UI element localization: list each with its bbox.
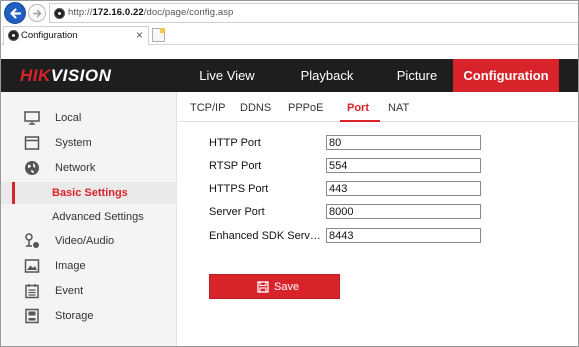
form-row-enhanced-sdk-port: Enhanced SDK Service P...	[209, 228, 499, 244]
floppy-disk-icon	[257, 281, 269, 293]
sub-tabs: TCP/IP DDNS PPPoE Port NAT	[178, 92, 578, 122]
arrow-left-icon	[10, 8, 22, 19]
tab-strip: Configuration ×	[1, 25, 578, 45]
sidebar-item-event[interactable]: Event	[1, 280, 177, 302]
tab-title: Configuration	[21, 30, 78, 41]
tab-favicon-icon	[8, 30, 19, 41]
enhanced-sdk-port-label: Enhanced SDK Service P...	[209, 230, 323, 242]
nav-live-view[interactable]: Live View	[177, 59, 277, 92]
content-panel: TCP/IP DDNS PPPoE Port NAT HTTP Port RTS…	[178, 92, 578, 346]
active-tab-indicator	[340, 120, 380, 122]
sidebar-item-label: Local	[55, 112, 82, 124]
close-tab-icon[interactable]: ×	[136, 28, 143, 42]
sidebar-item-label: Network	[55, 162, 96, 174]
tab-port[interactable]: Port	[347, 102, 369, 114]
system-icon	[24, 136, 40, 150]
sidebar-item-label: System	[55, 137, 92, 149]
save-button-label: Save	[274, 281, 300, 293]
site-favicon-icon	[54, 8, 65, 19]
monitor-icon	[24, 111, 40, 125]
tab-nat[interactable]: NAT	[388, 102, 409, 114]
url-text: http://172.16.0.22/doc/page/config.asp	[68, 7, 234, 18]
save-button[interactable]: Save	[209, 274, 340, 299]
storage-icon	[25, 308, 39, 324]
sidebar-item-label: Advanced Settings	[52, 211, 144, 223]
sidebar-item-system[interactable]: System	[1, 132, 177, 154]
sidebar-item-storage[interactable]: Storage	[1, 305, 177, 327]
sidebar-item-label: Event	[55, 285, 84, 297]
sidebar-item-label: Basic Settings	[52, 187, 128, 199]
browser-tab[interactable]: Configuration ×	[3, 26, 149, 45]
tab-tcp-ip[interactable]: TCP/IP	[190, 102, 225, 114]
arrow-right-icon	[33, 9, 42, 18]
forward-button[interactable]	[28, 4, 46, 22]
globe-icon	[25, 161, 39, 175]
hikvision-logo: HIKVISION	[20, 66, 112, 85]
event-icon	[25, 284, 39, 299]
tab-pppoe[interactable]: PPPoE	[288, 102, 323, 114]
http-port-label: HTTP Port	[209, 137, 261, 149]
sidebar-item-basic-settings[interactable]: Basic Settings	[1, 182, 177, 204]
http-port-input[interactable]	[326, 135, 481, 150]
server-port-label: Server Port	[209, 206, 265, 218]
video-audio-icon	[25, 233, 39, 248]
form-row-server-port: Server Port	[209, 204, 499, 220]
nav-picture[interactable]: Picture	[367, 59, 467, 92]
browser-window: http://172.16.0.22/doc/page/config.asp C…	[0, 0, 579, 347]
enhanced-sdk-port-input[interactable]	[326, 228, 481, 243]
sidebar-item-local[interactable]: Local	[1, 107, 177, 129]
app-header: HIKVISION Live View Playback Picture Con…	[1, 59, 578, 92]
sidebar-item-label: Image	[55, 260, 86, 272]
address-bar: http://172.16.0.22/doc/page/config.asp	[1, 1, 578, 25]
https-port-label: HTTPS Port	[209, 183, 269, 195]
tab-ddns[interactable]: DDNS	[240, 102, 271, 114]
sidebar-item-image[interactable]: Image	[1, 255, 177, 277]
back-button[interactable]	[4, 2, 26, 24]
url-field[interactable]: http://172.16.0.22/doc/page/config.asp	[49, 3, 578, 23]
sidebar-item-network[interactable]: Network	[1, 157, 177, 179]
server-port-input[interactable]	[326, 204, 481, 219]
sidebar-item-video-audio[interactable]: Video/Audio	[1, 230, 177, 252]
form-row-http-port: HTTP Port	[209, 135, 499, 151]
sidebar-item-label: Storage	[55, 310, 94, 322]
form-row-https-port: HTTPS Port	[209, 181, 499, 197]
nav-configuration[interactable]: Configuration	[453, 59, 559, 92]
https-port-input[interactable]	[326, 181, 481, 196]
sidebar: Local System Network Basic Settings Adva…	[1, 92, 177, 346]
sidebar-item-advanced-settings[interactable]: Advanced Settings	[1, 206, 177, 228]
sidebar-item-label: Video/Audio	[55, 235, 115, 247]
rtsp-port-label: RTSP Port	[209, 160, 262, 172]
form-row-rtsp-port: RTSP Port	[209, 158, 499, 174]
nav-playback[interactable]: Playback	[277, 59, 377, 92]
new-tab-button[interactable]	[152, 28, 165, 42]
rtsp-port-input[interactable]	[326, 158, 481, 173]
image-icon	[24, 259, 40, 273]
